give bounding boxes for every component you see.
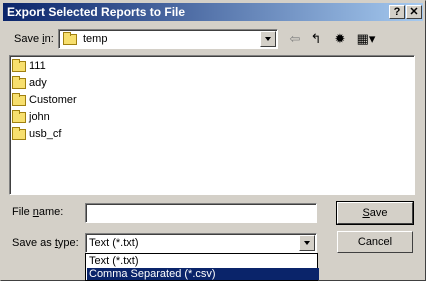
list-item[interactable]: Customer xyxy=(12,92,77,108)
folder-icon xyxy=(12,75,26,89)
file-name-label: File name: xyxy=(12,206,63,218)
list-item-name: 111 xyxy=(29,60,46,72)
list-item-name: Customer xyxy=(29,94,77,106)
up-folder-icon: ↰ xyxy=(310,31,322,46)
save-button-mnemonic: S xyxy=(362,207,370,219)
list-item-name: john xyxy=(29,111,50,123)
dialog-title: Export Selected Reports to File xyxy=(7,5,186,19)
save-in-label-prefix: Save xyxy=(14,33,43,45)
dropdown-option-csv[interactable]: Comma Separated (*.csv) xyxy=(87,268,319,280)
help-button[interactable]: ? xyxy=(389,5,405,19)
list-item[interactable]: ady xyxy=(12,75,47,91)
save-as-type-label-suffix: ype: xyxy=(57,237,79,249)
save-button-label: ave xyxy=(369,207,388,219)
new-folder-button[interactable]: ✹ xyxy=(331,30,349,48)
file-name-input[interactable] xyxy=(85,203,317,223)
save-in-label: Save in: xyxy=(14,33,54,45)
save-as-type-combo[interactable]: Text (*.txt) xyxy=(85,233,317,253)
save-as-type-value: Text (*.txt) xyxy=(89,237,139,249)
folder-icon xyxy=(12,126,26,140)
file-name-label-suffix: ame: xyxy=(38,206,64,218)
file-name-label-prefix: File xyxy=(12,206,33,218)
folder-icon xyxy=(12,58,26,72)
list-item[interactable]: usb_cf xyxy=(12,126,61,142)
save-in-combo[interactable]: temp xyxy=(58,29,278,49)
list-item-name: ady xyxy=(29,77,47,89)
file-list[interactable]: 111 ady Customer john usb_cf xyxy=(9,55,415,195)
save-as-type-dropdown-list: Text (*.txt) Comma Separated (*.csv) xyxy=(85,253,319,281)
save-button[interactable]: Save xyxy=(336,201,414,225)
list-item[interactable]: john xyxy=(12,109,50,125)
export-dialog: Export Selected Reports to File ? ✕ Save… xyxy=(0,0,426,281)
save-as-type-dropdown-button[interactable] xyxy=(299,235,315,251)
up-folder-button[interactable]: ↰ xyxy=(307,30,325,48)
cancel-button-label: Cancel xyxy=(357,236,393,248)
back-button[interactable]: ⇦ xyxy=(286,30,304,48)
view-menu-button[interactable]: ▦▾ xyxy=(354,30,378,48)
close-icon: ✕ xyxy=(409,6,419,18)
view-menu-icon: ▦▾ xyxy=(356,31,376,46)
save-in-value: temp xyxy=(83,33,108,45)
folder-icon xyxy=(12,92,26,106)
title-bar[interactable]: Export Selected Reports to File ? ✕ xyxy=(3,3,423,21)
back-arrow-icon: ⇦ xyxy=(289,31,301,46)
help-icon: ? xyxy=(393,6,401,18)
folder-icon xyxy=(63,32,77,45)
new-folder-icon: ✹ xyxy=(334,31,346,46)
save-in-dropdown-button[interactable] xyxy=(260,31,276,47)
list-item[interactable]: 111 xyxy=(12,58,46,74)
save-as-type-label-prefix: Save as xyxy=(12,237,55,249)
cancel-button[interactable]: Cancel xyxy=(337,231,413,253)
list-item-name: usb_cf xyxy=(29,128,62,140)
folder-icon xyxy=(12,109,26,123)
save-in-label-suffix: n: xyxy=(44,33,54,45)
save-as-type-label: Save as type: xyxy=(12,237,79,249)
close-button[interactable]: ✕ xyxy=(406,5,422,19)
dropdown-option-text[interactable]: Text (*.txt) xyxy=(87,255,319,267)
